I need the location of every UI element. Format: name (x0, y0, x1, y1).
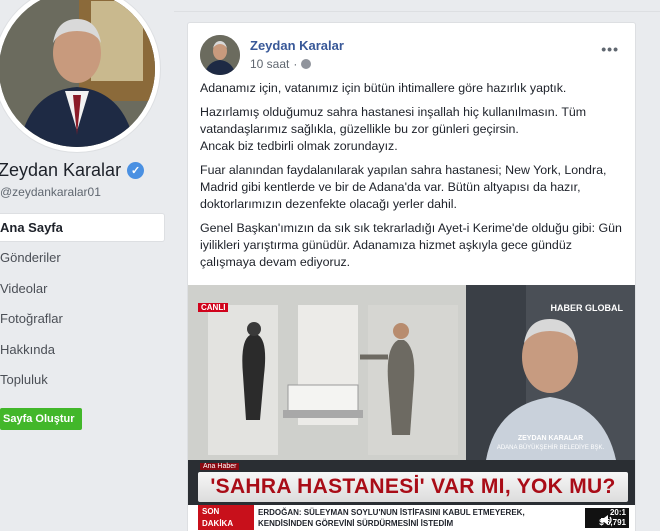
post-card: Zeydan Karalar 10 saat · ••• Adanamız iç… (187, 22, 636, 531)
more-options-icon[interactable]: ••• (601, 41, 619, 57)
post-meta: 10 saat · (250, 57, 312, 71)
breaking-news-tag: SON DAKİKA (198, 505, 254, 530)
globe-icon (301, 59, 312, 69)
meta-separator: · (293, 57, 298, 71)
volume-icon[interactable] (600, 513, 614, 527)
nav-item-gonderiler[interactable]: Gönderiler (0, 243, 165, 273)
page-sidebar: Zeydan Karalar ✓ @zeydankaralar01 Ana Sa… (0, 0, 172, 531)
video-player[interactable]: CANLI HABER GLOBAL ZEYDAN KARALAR ADANA … (188, 285, 635, 531)
interview-inset: HABER GLOBAL (466, 285, 635, 460)
headline-bar: 'SAHRA HASTANESİ' VAR MI, YOK MU? (198, 472, 628, 502)
page-name[interactable]: Zeydan Karalar (0, 160, 121, 181)
nav-item-videolar[interactable]: Videolar (0, 274, 165, 304)
headline-text: 'SAHRA HASTANESİ' VAR MI, YOK MU? (210, 475, 616, 498)
live-badge: CANLI (198, 303, 229, 312)
profile-photo-art (0, 0, 155, 147)
post-paragraph: Hazırlamış olduğumuz sahra hastanesi inş… (200, 105, 587, 153)
post-header: Zeydan Karalar 10 saat · ••• (200, 35, 623, 75)
nav-item-ana-sayfa[interactable]: Ana Sayfa (0, 213, 165, 242)
author-avatar-art (200, 35, 240, 75)
program-label: Ana Haber (200, 463, 240, 470)
post-text: Adanamız için, vatanımız için bütün ihti… (200, 80, 628, 278)
nav-item-topluluk[interactable]: Topluluk (0, 365, 165, 395)
page-handle[interactable]: @zeydankaralar01 (0, 185, 101, 199)
guest-name: ZEYDAN KARALAR (517, 435, 584, 442)
author-avatar[interactable] (200, 35, 240, 75)
ticker-text: ERDOĞAN: SÜLEYMAN SOYLU'NUN İSTİFASINI K… (258, 508, 525, 528)
post-time[interactable]: 10 saat (250, 57, 289, 71)
post-paragraph: Fuar alanından faydalanılarak yapılan sa… (200, 163, 607, 211)
profile-picture[interactable] (0, 0, 160, 152)
hospital-scene: CANLI (188, 285, 466, 460)
post-author-name[interactable]: Zeydan Karalar (250, 38, 344, 53)
channel-logo: HABER GLOBAL (550, 303, 624, 313)
profile-photo (0, 0, 155, 147)
nav-item-fotograflar[interactable]: Fotoğraflar (0, 304, 165, 334)
nav-item-hakkinda[interactable]: Hakkında (0, 335, 165, 365)
post-paragraph: Adanamız için, vatanımız için bütün ihti… (200, 81, 567, 95)
hospital-scene-art (188, 285, 466, 460)
page-nav: Ana Sayfa Gönderiler Videolar Fotoğrafla… (0, 213, 165, 396)
volume-icon-art (601, 515, 612, 525)
guest-title: ADANA BÜYÜKŞEHİR BELEDİYE BŞK. (496, 445, 605, 451)
verified-badge-icon: ✓ (127, 162, 145, 179)
feed-top-edge (174, 0, 660, 12)
page-name-row: Zeydan Karalar ✓ (0, 160, 145, 181)
post-paragraph: Genel Başkan'ımızın da sık sık tekrarlad… (200, 221, 622, 269)
news-ticker: SON DAKİKA ERDOĞAN: SÜLEYMAN SOYLU'NUN İ… (188, 505, 635, 531)
create-page-button[interactable]: Sayfa Oluştur (0, 408, 82, 430)
